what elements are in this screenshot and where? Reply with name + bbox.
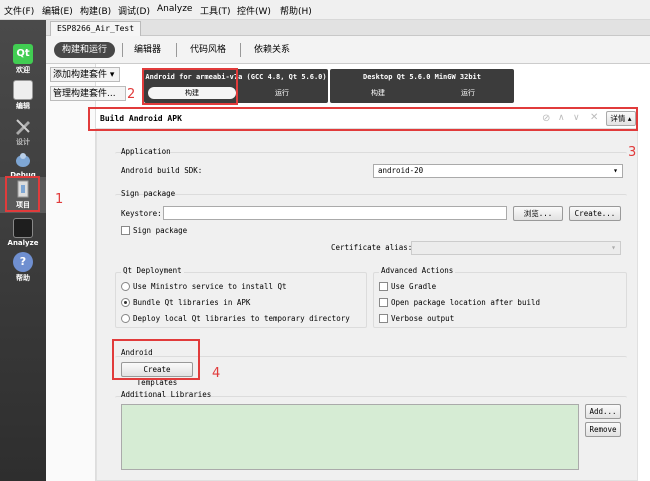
- sdk-value: android-20: [378, 166, 424, 175]
- tab-editor[interactable]: 编辑器: [134, 42, 161, 58]
- annotation-number-4: 4: [212, 366, 221, 381]
- tab-separator: [240, 43, 241, 57]
- tab-build-run[interactable]: 构建和运行: [54, 42, 116, 58]
- mode-analyze-label: Analyze: [7, 239, 39, 247]
- analyze-monitor-icon: [13, 218, 33, 238]
- menu-edit[interactable]: 编辑(E): [42, 4, 73, 17]
- tab-separator: [176, 43, 177, 57]
- sdk-combobox[interactable]: android-20 ▾: [373, 164, 623, 178]
- mode-welcome[interactable]: Qt 欢迎: [0, 42, 46, 78]
- qt-logo-icon: Qt: [13, 44, 33, 64]
- remove-library-button[interactable]: Remove: [585, 422, 621, 437]
- browse-button[interactable]: 浏览...: [513, 206, 563, 221]
- mode-sidebar: Qt 欢迎 编辑 设计 Debug 项目 Analyze ? 帮助: [0, 20, 46, 481]
- mode-design[interactable]: 设计: [0, 114, 46, 150]
- bundle-radio[interactable]: [121, 298, 130, 307]
- build-step-details: Application Android build SDK: android-2…: [96, 129, 638, 481]
- mode-edit[interactable]: 编辑: [0, 78, 46, 114]
- project-tab-strip: ESP8266_Air_Test: [46, 20, 650, 36]
- open-location-checkbox[interactable]: [379, 298, 388, 307]
- application-group-title: Application: [121, 147, 171, 156]
- annotation-box-projects: [5, 176, 40, 212]
- certificate-alias-combobox[interactable]: ▾: [411, 241, 621, 255]
- mode-welcome-label: 欢迎: [16, 66, 30, 74]
- add-library-button[interactable]: Add...: [585, 404, 621, 419]
- menu-debug[interactable]: 调试(D): [118, 4, 150, 17]
- libraries-list[interactable]: [121, 404, 579, 470]
- use-gradle-checkbox[interactable]: [379, 282, 388, 291]
- debug-bug-icon: [16, 153, 30, 167]
- desktop-kit-selector: Desktop Qt 5.6.0 MinGW 32bit 构建 运行: [330, 69, 514, 103]
- deploy-local-radio[interactable]: [121, 314, 130, 323]
- libraries-group-title: Additional Libraries: [121, 390, 212, 399]
- deploy-local-label: Deploy local Qt libraries to temporary d…: [133, 314, 350, 323]
- chevron-down-icon: ▾: [613, 166, 618, 175]
- mode-design-label: 设计: [16, 138, 30, 146]
- keystore-label: Keystore:: [121, 209, 162, 218]
- sign-package-label: Sign package: [133, 226, 188, 235]
- use-gradle-label: Use Gradle: [391, 282, 437, 291]
- mode-edit-label: 编辑: [16, 102, 30, 110]
- annotation-number-2: 2: [127, 87, 136, 102]
- sign-package-checkbox[interactable]: [121, 226, 130, 235]
- add-kit-button[interactable]: 添加构建套件 ▾: [50, 67, 120, 82]
- annotation-number-1: 1: [55, 192, 64, 207]
- keystore-input[interactable]: [163, 206, 507, 220]
- android-kit-run-button[interactable]: 运行: [240, 87, 324, 99]
- ministro-radio[interactable]: [121, 282, 130, 291]
- mode-help-label: 帮助: [16, 274, 30, 282]
- desktop-kit-run-button[interactable]: 运行: [426, 87, 510, 99]
- design-pencil-icon: [16, 119, 30, 135]
- verbose-checkbox[interactable]: [379, 314, 388, 323]
- menu-help[interactable]: 帮助(H): [280, 4, 312, 17]
- build-step-panel: Build Android APK ⊘ ∧ ∨ ✕ 详情 ▴ Applicati…: [96, 107, 638, 481]
- tab-separator: [122, 43, 123, 57]
- annotation-box-android-build: [142, 68, 238, 105]
- tab-code-style[interactable]: 代码风格: [190, 42, 226, 58]
- menu-bar: 文件(F) 编辑(E) 构建(B) 调试(D) Analyze 工具(T) 控件…: [0, 0, 650, 20]
- project-tab[interactable]: ESP8266_Air_Test: [50, 21, 142, 36]
- desktop-kit-build-button[interactable]: 构建: [334, 87, 422, 99]
- sign-package-group: [115, 194, 627, 266]
- create-keystore-button[interactable]: Create...: [569, 206, 621, 221]
- annotation-box-create-templates: [112, 339, 200, 380]
- ministro-label: Use Ministro service to install Qt: [133, 282, 287, 291]
- menu-file[interactable]: 文件(F): [4, 4, 34, 17]
- deployment-group-title: Qt Deployment: [121, 266, 184, 275]
- annotation-number-3: 3: [628, 145, 637, 160]
- project-settings-tabs: 构建和运行 编辑器 代码风格 依赖关系: [46, 36, 650, 64]
- chevron-down-icon: ▾: [611, 243, 616, 252]
- menu-analyze[interactable]: Analyze: [157, 4, 192, 14]
- annotation-box-build-apk: [88, 107, 638, 131]
- desktop-kit-title: Desktop Qt 5.6.0 MinGW 32bit: [362, 73, 481, 81]
- document-edit-icon: [13, 80, 33, 100]
- menu-tools[interactable]: 工具(T): [200, 4, 231, 17]
- manage-kits-button[interactable]: 管理构建套件...: [50, 86, 126, 101]
- advanced-group-title: Advanced Actions: [379, 266, 456, 275]
- menu-build[interactable]: 构建(B): [80, 4, 111, 17]
- sign-group-title: Sign package: [121, 189, 176, 198]
- open-location-label: Open package location after build: [391, 298, 541, 307]
- bundle-label: Bundle Qt libraries in APK: [133, 298, 251, 307]
- verbose-label: Verbose output: [391, 314, 455, 323]
- sdk-label: Android build SDK:: [121, 166, 203, 175]
- help-question-icon: ?: [13, 252, 33, 272]
- mode-help[interactable]: ? 帮助: [0, 250, 46, 286]
- tab-dependencies[interactable]: 依赖关系: [254, 42, 290, 58]
- mode-analyze[interactable]: Analyze: [0, 216, 46, 252]
- menu-controls[interactable]: 控件(W): [237, 4, 271, 17]
- certificate-alias-label: Certificate alias:: [331, 243, 413, 252]
